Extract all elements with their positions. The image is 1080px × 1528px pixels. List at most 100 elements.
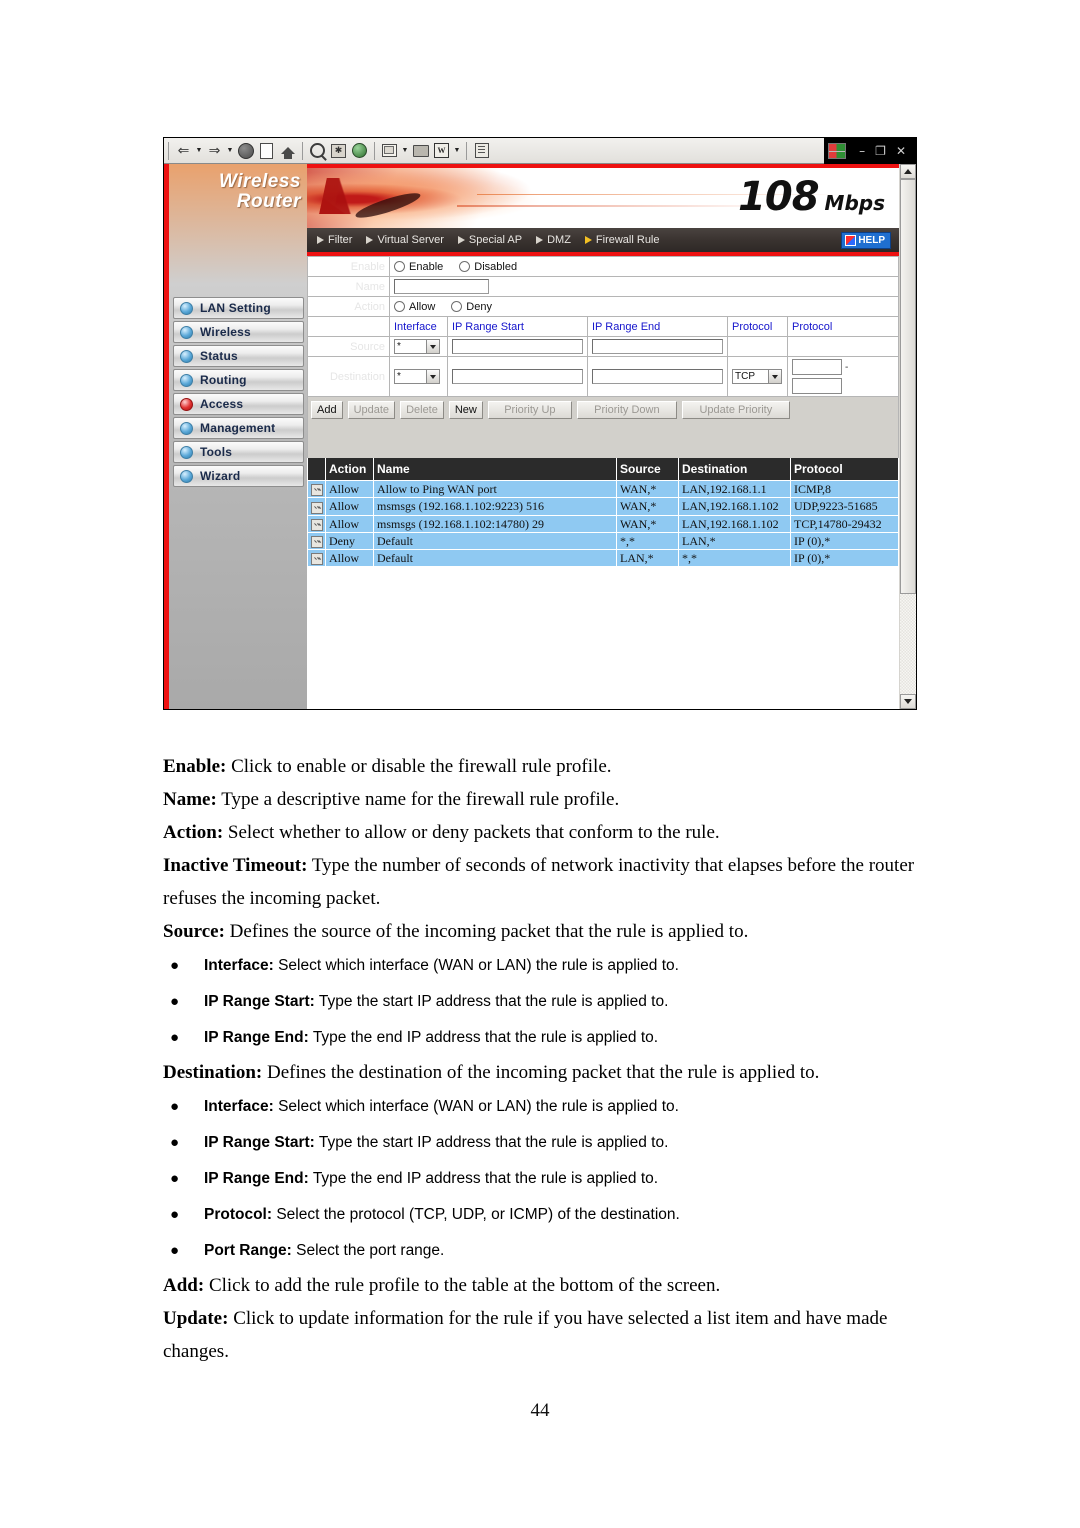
- form-row-action: Action Allow Deny: [307, 296, 899, 317]
- sidebar-item-status[interactable]: Status: [173, 345, 304, 367]
- form-row-destination: Destination * TCP -: [307, 356, 899, 397]
- priority-up-button[interactable]: Priority Up: [487, 401, 572, 419]
- priority-down-button[interactable]: Priority Down: [576, 401, 677, 419]
- table-row[interactable]: Allow msmsgs (192.168.1.102:14780) 29 WA…: [307, 514, 899, 533]
- favorites-icon[interactable]: ✱: [329, 141, 348, 160]
- destination-ip-end-input[interactable]: [592, 369, 723, 384]
- source-interface-select[interactable]: *: [394, 339, 440, 354]
- source-ip-end-input[interactable]: [592, 339, 723, 354]
- sidebar-item-management[interactable]: Management: [173, 417, 304, 439]
- edit-word-icon[interactable]: W: [432, 141, 451, 160]
- restore-button[interactable]: ❐: [875, 145, 886, 157]
- sidebar-item-routing[interactable]: Routing: [173, 369, 304, 391]
- update-priority-button[interactable]: Update Priority: [681, 401, 790, 419]
- bullet-text: Type the end IP address that the rule is…: [308, 1029, 659, 1046]
- port-start-input[interactable]: [792, 359, 842, 375]
- nav-tab-special-ap[interactable]: Special AP: [457, 234, 522, 246]
- port-end-input[interactable]: [792, 378, 842, 394]
- browser-toolbar: ⇐ ▼ ⇒ ▼ ✱ ▼ W ▼ – ❐ ✕: [164, 138, 916, 164]
- sidebar-item-label: Management: [200, 421, 276, 435]
- nav-tab-filter[interactable]: Filter: [317, 234, 352, 246]
- source-ip-end-cell: [587, 336, 728, 357]
- bullet-dot-icon: ●: [170, 1029, 180, 1046]
- logo-line-2: Router: [236, 191, 301, 212]
- nav-tab-virtual-server[interactable]: Virtual Server: [366, 234, 444, 246]
- sidebar-item-lan-setting[interactable]: LAN Setting: [173, 297, 304, 319]
- row-checkbox-cell[interactable]: [307, 531, 326, 551]
- destination-port-range-cell: -: [787, 356, 899, 397]
- update-button[interactable]: Update: [347, 401, 396, 419]
- row-checkbox[interactable]: [311, 553, 323, 566]
- search-icon[interactable]: [308, 141, 327, 160]
- destination-interface-select[interactable]: *: [394, 369, 440, 384]
- row-checkbox-cell[interactable]: [307, 479, 326, 499]
- list-item: ● Protocol: Select the protocol (TCP, UD…: [166, 1197, 923, 1233]
- table-row[interactable]: Allow msmsgs (192.168.1.102:9223) 516 WA…: [307, 497, 899, 516]
- triangle-icon: [536, 236, 544, 244]
- desc-enable: Click to enable or disable the firewall …: [226, 756, 612, 777]
- delete-button[interactable]: Delete: [400, 401, 444, 419]
- logo-line-1: Wireless: [219, 171, 301, 192]
- close-button[interactable]: ✕: [896, 145, 906, 157]
- row-protocol: TCP,14780-29432: [790, 514, 899, 533]
- table-row[interactable]: Allow Default LAN,* *,* IP (0),*: [307, 548, 899, 568]
- row-checkbox[interactable]: [311, 484, 323, 497]
- sidebar-item-access[interactable]: Access: [173, 393, 304, 415]
- sidebar-item-tools[interactable]: Tools: [173, 441, 304, 463]
- bullet-dot-icon: ●: [170, 993, 180, 1010]
- rules-header-row: Action Name Source Destination Protocol: [307, 458, 899, 481]
- nav-tab-dmz[interactable]: DMZ: [536, 234, 571, 246]
- nav-tab-firewall-rule[interactable]: Firewall Rule: [584, 234, 660, 246]
- discuss-icon[interactable]: [472, 141, 491, 160]
- sidebar-item-wireless[interactable]: Wireless: [173, 321, 304, 343]
- print-icon[interactable]: [411, 141, 430, 160]
- table-row[interactable]: Allow Allow to Ping WAN port WAN,* LAN,1…: [307, 479, 899, 499]
- mail-dropdown-icon[interactable]: ▼: [401, 141, 409, 160]
- sidebar-item-wizard[interactable]: Wizard: [173, 465, 304, 487]
- scrollbar-track[interactable]: [900, 594, 916, 694]
- back-icon[interactable]: ⇐: [174, 141, 193, 160]
- scrollbar-thumb[interactable]: [900, 179, 916, 594]
- disabled-radio[interactable]: [459, 261, 471, 272]
- list-item: ● Interface: Select which interface (WAN…: [166, 1089, 923, 1125]
- back-dropdown-icon[interactable]: ▼: [195, 141, 203, 160]
- source-ip-start-input[interactable]: [452, 339, 583, 354]
- windows-logo-icon: [828, 143, 847, 159]
- history-icon[interactable]: [350, 141, 369, 160]
- vertical-scrollbar[interactable]: [899, 164, 916, 709]
- name-input[interactable]: [394, 279, 489, 294]
- bullet-text: Type the end IP address that the rule is…: [308, 1170, 659, 1187]
- row-action: Allow: [325, 514, 374, 533]
- minimize-button[interactable]: –: [859, 145, 865, 157]
- row-checkbox[interactable]: [311, 536, 323, 548]
- paragraph-add: Add: Click to add the rule profile to th…: [163, 1269, 923, 1302]
- scroll-down-button[interactable]: [900, 694, 916, 709]
- row-checkbox-cell[interactable]: [307, 548, 326, 568]
- term-destination: Destination:: [163, 1062, 263, 1083]
- stop-icon[interactable]: [236, 141, 255, 160]
- bullet-icon: [180, 421, 193, 435]
- row-checkbox-cell[interactable]: [307, 514, 326, 533]
- row-checkbox[interactable]: [311, 501, 323, 514]
- help-button[interactable]: HELP: [841, 232, 891, 249]
- row-checkbox-cell[interactable]: [307, 497, 326, 516]
- word-icon-letter: W: [434, 143, 449, 158]
- forward-dropdown-icon[interactable]: ▼: [226, 141, 234, 160]
- mail-icon[interactable]: [380, 141, 399, 160]
- table-row[interactable]: Deny Default *,* LAN,* IP (0),*: [307, 531, 899, 551]
- forward-icon[interactable]: ⇒: [205, 141, 224, 160]
- destination-protocol-select[interactable]: TCP: [732, 369, 782, 384]
- new-button[interactable]: New: [448, 401, 483, 419]
- row-checkbox[interactable]: [311, 518, 323, 531]
- enable-radio[interactable]: [394, 261, 405, 272]
- bullet-dot-icon: ●: [170, 1134, 180, 1151]
- allow-radio[interactable]: [394, 301, 405, 312]
- edit-dropdown-icon[interactable]: ▼: [453, 141, 461, 160]
- deny-radio[interactable]: [451, 301, 463, 312]
- add-button[interactable]: Add: [311, 401, 343, 419]
- home-icon[interactable]: [278, 141, 297, 160]
- destination-ip-start-input[interactable]: [452, 369, 583, 384]
- scroll-up-button[interactable]: [900, 164, 916, 179]
- refresh-icon[interactable]: [257, 141, 276, 160]
- desc-update: Click to update information for the rule…: [163, 1308, 888, 1362]
